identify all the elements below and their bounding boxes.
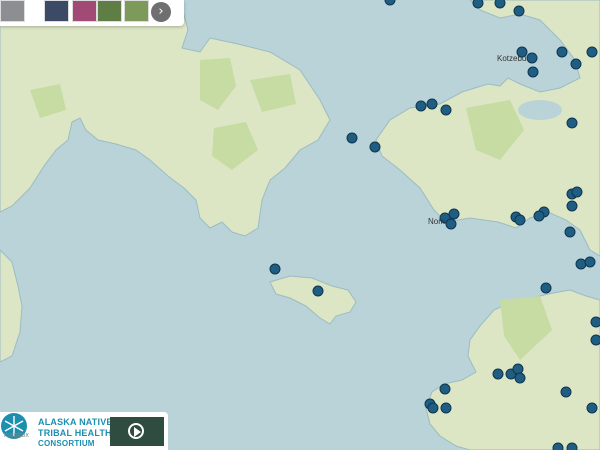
gallery-thumb-4[interactable] — [97, 0, 122, 22]
location-marker[interactable] — [472, 0, 484, 9]
anthc-branding: ALASKA NATIVE TRIBAL HEALTH CONSORTIUM — [0, 412, 168, 450]
location-marker[interactable] — [584, 256, 596, 268]
video-thumbnail-button[interactable] — [110, 417, 164, 446]
gallery-thumb-1[interactable] — [0, 0, 25, 22]
location-marker[interactable] — [415, 100, 427, 112]
location-marker[interactable] — [590, 334, 600, 346]
location-marker[interactable] — [575, 258, 587, 270]
gallery-thumb-5[interactable] — [124, 0, 149, 22]
marker-layer — [269, 0, 600, 450]
location-marker[interactable] — [426, 98, 438, 110]
location-marker[interactable] — [513, 5, 525, 17]
location-marker[interactable] — [312, 285, 324, 297]
brand-line-2: TRIBAL HEALTH — [38, 428, 112, 438]
location-marker[interactable] — [514, 372, 526, 384]
place-label-kotzebue: Kotzebu — [497, 54, 527, 63]
location-marker[interactable] — [556, 46, 568, 58]
play-icon — [128, 423, 144, 439]
location-marker[interactable] — [564, 226, 576, 238]
brand-line-1: ALASKA NATIVE — [38, 417, 113, 427]
location-marker[interactable] — [570, 58, 582, 70]
location-marker[interactable] — [346, 132, 358, 144]
location-marker[interactable] — [533, 210, 545, 222]
location-marker[interactable] — [384, 0, 396, 6]
map-canvas[interactable]: Kotzebu Nom › ALASKA NATIVE TRIBAL HEALT… — [0, 0, 600, 450]
location-marker[interactable] — [440, 104, 452, 116]
location-marker[interactable] — [512, 363, 524, 375]
gallery-thumb-3[interactable] — [72, 0, 97, 22]
location-marker[interactable] — [566, 117, 578, 129]
location-marker[interactable] — [566, 200, 578, 212]
map-attribution: mapbox — [4, 432, 29, 439]
location-marker[interactable] — [369, 141, 381, 153]
location-marker[interactable] — [586, 402, 598, 414]
place-label-nome: Nom — [428, 217, 445, 226]
location-marker[interactable] — [571, 186, 583, 198]
location-marker[interactable] — [566, 442, 578, 450]
location-marker[interactable] — [526, 52, 538, 64]
location-marker[interactable] — [427, 402, 439, 414]
brand-line-3: CONSORTIUM — [38, 439, 95, 448]
location-marker[interactable] — [440, 402, 452, 414]
photo-gallery-strip: › — [0, 0, 184, 26]
gallery-thumb-2[interactable] — [44, 0, 69, 22]
location-marker[interactable] — [540, 282, 552, 294]
location-marker[interactable] — [590, 316, 600, 328]
chevron-right-icon[interactable]: › — [151, 2, 171, 22]
location-marker[interactable] — [492, 368, 504, 380]
location-marker[interactable] — [445, 218, 457, 230]
location-marker[interactable] — [552, 442, 564, 450]
location-marker[interactable] — [586, 46, 598, 58]
location-marker[interactable] — [269, 263, 281, 275]
location-marker[interactable] — [560, 386, 572, 398]
location-marker[interactable] — [527, 66, 539, 78]
location-marker[interactable] — [439, 383, 451, 395]
location-marker[interactable] — [494, 0, 506, 9]
location-marker[interactable] — [448, 208, 460, 220]
location-marker[interactable] — [514, 214, 526, 226]
